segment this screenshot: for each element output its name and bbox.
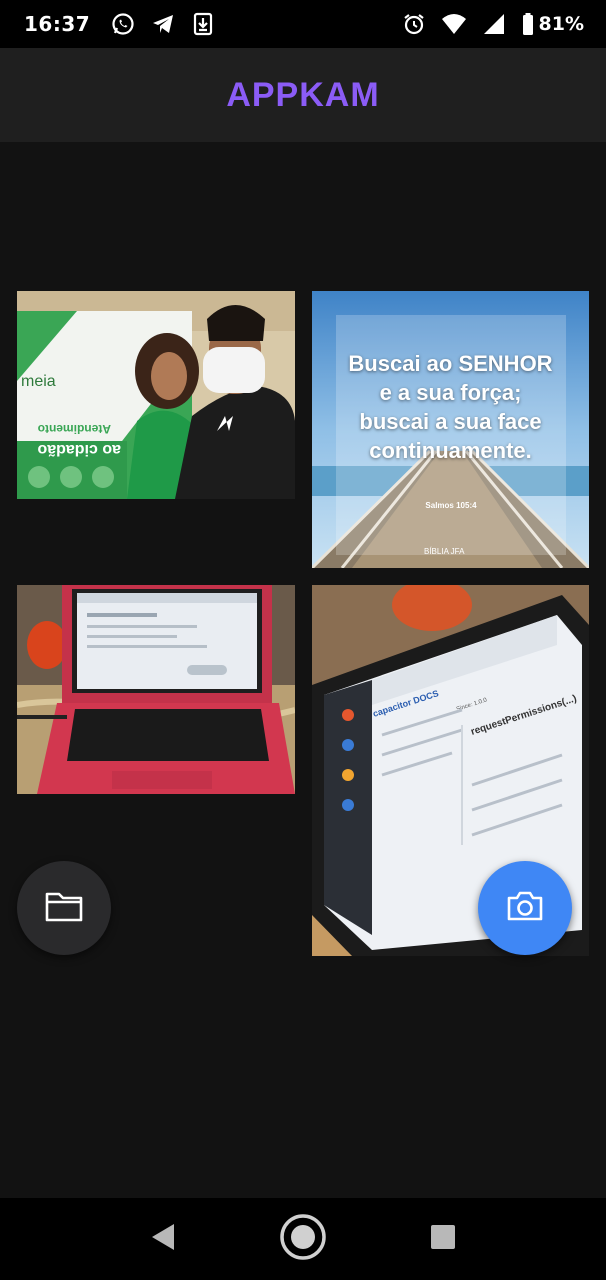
wifi-icon — [441, 11, 467, 37]
battery-percentage: 81% — [538, 13, 584, 35]
alarm-icon — [401, 11, 427, 37]
status-time: 16:37 — [24, 12, 91, 36]
home-button[interactable] — [278, 1213, 328, 1266]
banner-text-meia: meia — [21, 373, 56, 390]
download-icon — [190, 11, 216, 37]
verse-reference: Salmos 105:4 — [425, 501, 477, 510]
signal-icon — [481, 11, 507, 37]
verse-brand: BÍBLIA JFA — [424, 547, 465, 556]
camera-icon — [506, 890, 544, 927]
verse-text: Buscai ao SENHOR e a sua força; buscai a… — [348, 351, 553, 463]
status-bar: 16:37 81% — [0, 0, 606, 48]
status-bar-left: 16:37 — [24, 11, 216, 37]
back-button[interactable] — [138, 1214, 188, 1264]
banner-text-atendimento: Atendimento — [38, 422, 111, 436]
app-bar: APPKAM — [0, 48, 606, 142]
home-icon — [279, 1213, 327, 1266]
app-title: APPKAM — [226, 75, 380, 114]
telegram-icon — [150, 11, 176, 37]
photo-red-laptop[interactable] — [17, 585, 295, 794]
recents-button[interactable] — [418, 1214, 468, 1264]
navigation-bar — [0, 1198, 606, 1280]
battery-icon — [521, 11, 535, 37]
photo-man-with-mask-banner[interactable]: meia Atendimento ao cidadão — [17, 291, 295, 499]
recents-icon — [430, 1224, 456, 1255]
files-button[interactable] — [17, 861, 111, 955]
status-bar-right: 81% — [401, 11, 584, 37]
photo-bible-verse-pier[interactable]: Buscai ao SENHOR e a sua força; buscai a… — [312, 291, 589, 568]
whatsapp-icon — [110, 11, 136, 37]
back-icon — [150, 1223, 176, 1256]
folder-icon — [44, 889, 84, 928]
camera-button[interactable] — [478, 861, 572, 955]
banner-text-cidadao: ao cidadão — [37, 441, 121, 458]
